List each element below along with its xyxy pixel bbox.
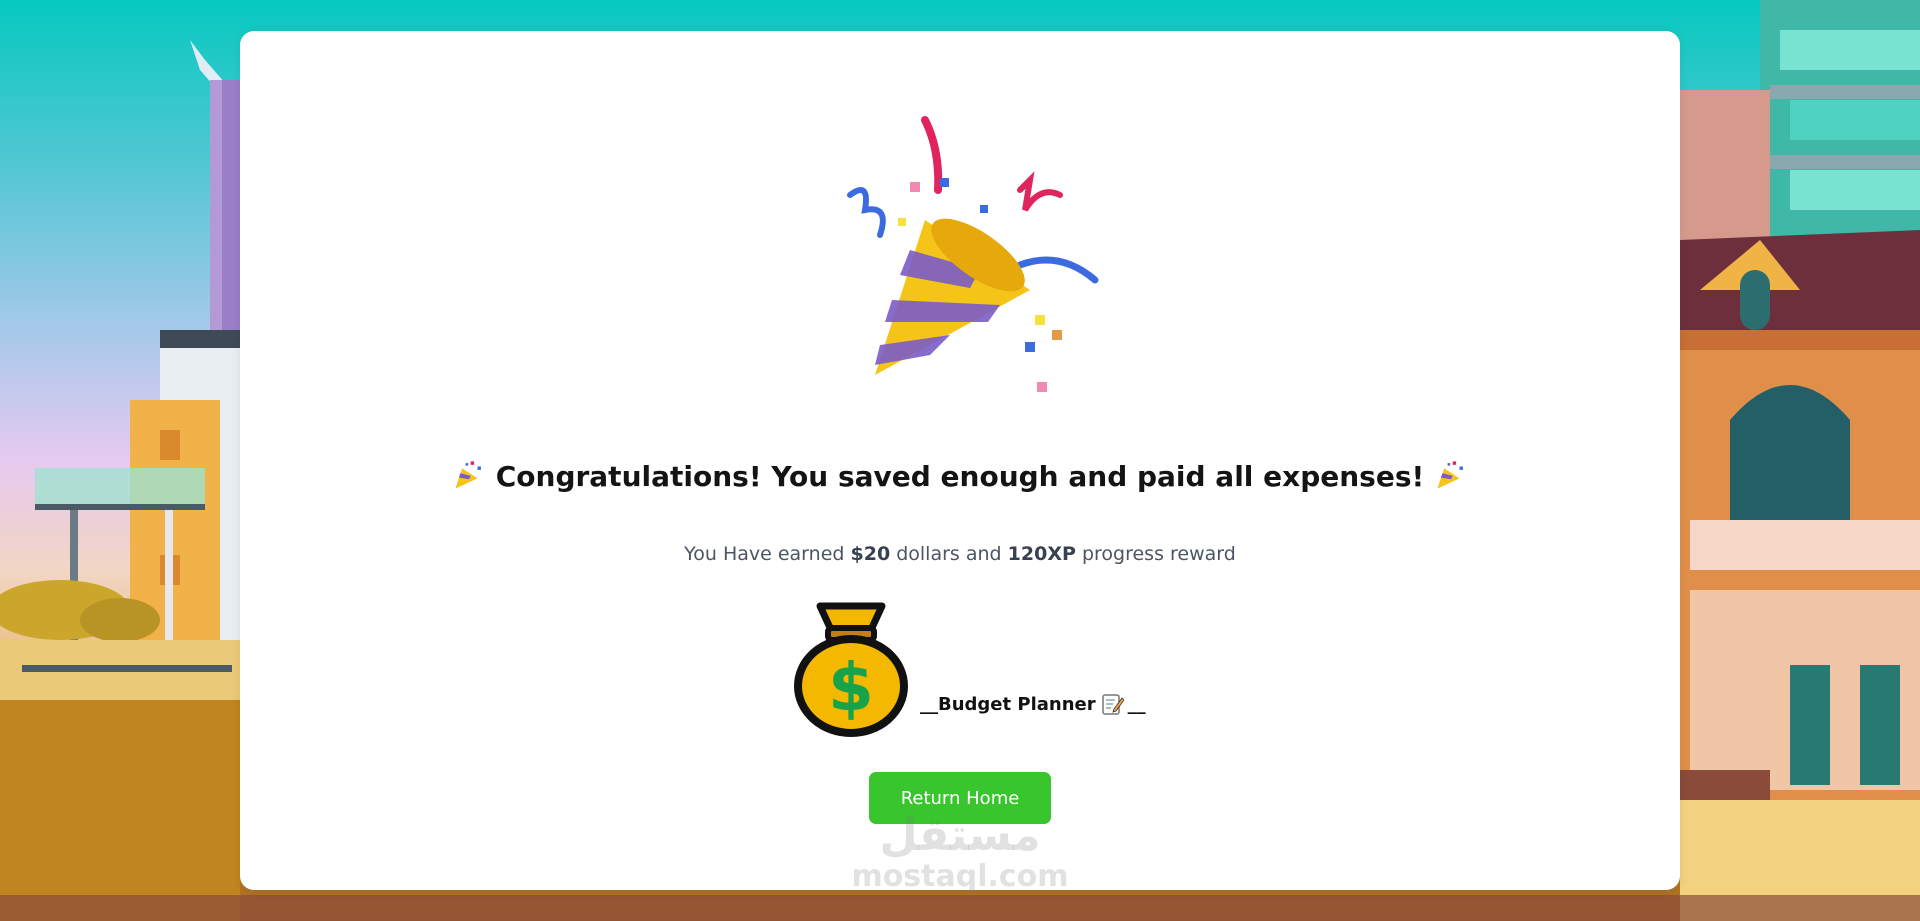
watermark-arabic: مستقل xyxy=(879,810,1041,861)
watermark-latin: mostaql.com xyxy=(851,859,1069,894)
planner-text: __Budget Planner xyxy=(920,693,1096,715)
congratulations-title: Congratulations! You saved enough and pa… xyxy=(0,458,1920,493)
svg-text:$: $ xyxy=(828,649,874,726)
reward-suffix: progress reward xyxy=(1081,543,1236,565)
party-popper-icon xyxy=(455,461,481,489)
party-popper-icon xyxy=(1437,461,1464,489)
title-text: Congratulations! You saved enough and pa… xyxy=(495,460,1425,493)
money-bag-icon: $ xyxy=(794,602,908,737)
reward-middle: dollars and xyxy=(896,543,1002,565)
party-popper-icon xyxy=(847,116,1099,392)
reward-xp: 120XP xyxy=(1007,543,1076,565)
watermark: مستقل mostaql.com xyxy=(845,812,1075,894)
reward-summary: You Have earned $20 dollars and 120XP pr… xyxy=(0,543,1920,565)
planner-suffix: __ xyxy=(1127,693,1146,715)
memo-icon xyxy=(1101,694,1124,715)
reward-prefix: You Have earned xyxy=(684,543,845,565)
reward-money: $20 xyxy=(850,543,891,565)
budget-planner-label: __Budget Planner __ xyxy=(920,692,1146,716)
